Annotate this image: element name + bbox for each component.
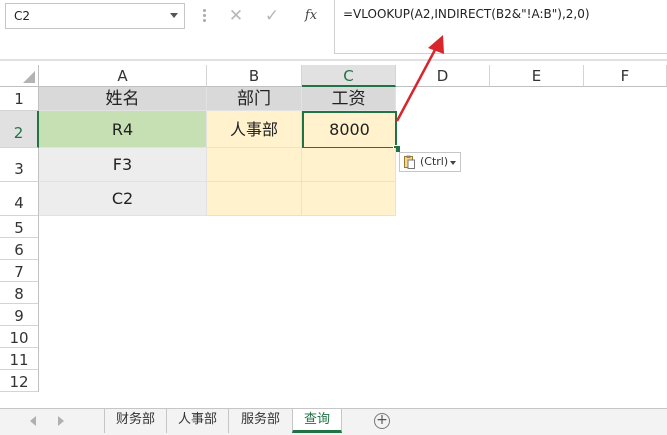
row-header-12[interactable]: 12	[0, 370, 39, 392]
row-header-7[interactable]: 7	[0, 260, 39, 282]
column-header-c[interactable]: C	[302, 65, 396, 87]
header-cell-name[interactable]: 姓名	[39, 87, 207, 111]
column-header-b[interactable]: B	[207, 65, 302, 87]
cell-c2-selected[interactable]: 8000	[302, 111, 397, 149]
cell-b2[interactable]: 人事部	[207, 111, 302, 148]
formula-bar-area: C2 ✕ ✓ fx =VLOOKUP(A2,INDIRECT(B2&"!A:B"…	[0, 0, 667, 62]
column-header-f[interactable]: F	[584, 65, 667, 87]
sheet-tab-query[interactable]: 查询	[292, 409, 342, 433]
cell-b3[interactable]	[207, 148, 302, 182]
chevron-right-icon[interactable]	[58, 416, 64, 426]
divider	[0, 59, 667, 61]
column-header-a[interactable]: A	[39, 65, 207, 87]
row-header-2[interactable]: 2	[0, 111, 39, 148]
cell-a4[interactable]: C2	[39, 182, 207, 216]
cell-c2-value: 8000	[329, 120, 370, 139]
cell-c3[interactable]	[302, 148, 396, 182]
spreadsheet-grid[interactable]: A B C D E F 1 2 3 4 5 6 7 8 9 10 11 12 姓…	[0, 62, 667, 408]
check-icon[interactable]: ✓	[262, 6, 282, 26]
sheet-tab-finance[interactable]: 财务部	[104, 409, 166, 433]
chevron-down-icon	[450, 161, 456, 165]
sheet-tab-service[interactable]: 服务部	[228, 409, 292, 433]
row-header-9[interactable]: 9	[0, 304, 39, 326]
paste-options-button[interactable]: (Ctrl)	[399, 152, 461, 172]
name-box-value: C2	[14, 9, 31, 23]
row-header-3[interactable]: 3	[0, 148, 39, 182]
select-all-button[interactable]	[0, 65, 39, 87]
cell-a2[interactable]: R4	[39, 111, 207, 148]
row-header-1[interactable]: 1	[0, 87, 39, 111]
row-header-10[interactable]: 10	[0, 326, 39, 348]
row-header-6[interactable]: 6	[0, 238, 39, 260]
row-header-5[interactable]: 5	[0, 216, 39, 238]
close-icon[interactable]: ✕	[226, 6, 246, 26]
row-header-8[interactable]: 8	[0, 282, 39, 304]
clipboard-icon	[404, 155, 415, 169]
column-header-e[interactable]: E	[490, 65, 584, 87]
row-header-11[interactable]: 11	[0, 348, 39, 370]
column-header-d[interactable]: D	[396, 65, 490, 87]
sheet-tab-hr[interactable]: 人事部	[166, 409, 228, 433]
drag-handle-icon[interactable]	[203, 9, 206, 23]
name-box[interactable]: C2	[5, 3, 185, 29]
header-cell-salary[interactable]: 工资	[302, 87, 396, 111]
sheet-tab-bar: 财务部 人事部 服务部 查询 +	[0, 408, 667, 435]
insert-function-button[interactable]: fx	[300, 6, 322, 26]
row-header-4[interactable]: 4	[0, 182, 39, 216]
formula-input[interactable]: =VLOOKUP(A2,INDIRECT(B2&"!A:B"),2,0)	[334, 0, 667, 54]
paste-options-label: (Ctrl)	[420, 155, 449, 168]
cell-c4[interactable]	[302, 182, 396, 216]
chevron-left-icon[interactable]	[30, 416, 36, 426]
add-sheet-button[interactable]: +	[374, 413, 390, 429]
cell-b4[interactable]	[207, 182, 302, 216]
header-cell-dept[interactable]: 部门	[207, 87, 302, 111]
cell-a3[interactable]: F3	[39, 148, 207, 182]
formula-text: =VLOOKUP(A2,INDIRECT(B2&"!A:B"),2,0)	[343, 7, 590, 21]
chevron-down-icon[interactable]	[170, 13, 178, 18]
